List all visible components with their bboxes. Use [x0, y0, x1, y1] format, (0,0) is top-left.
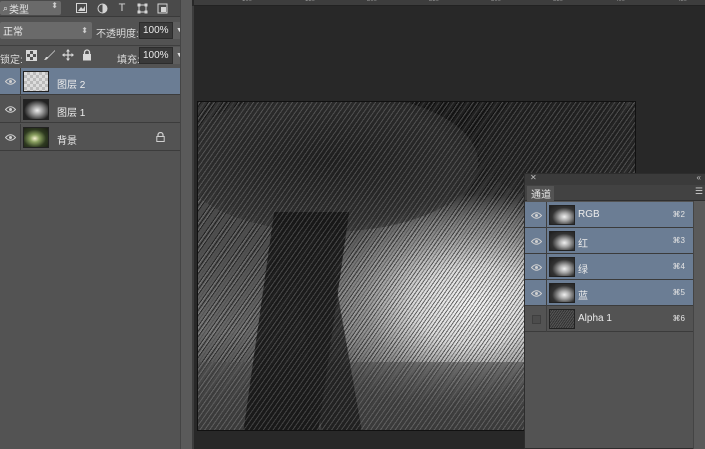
- lock-label: 锁定:: [0, 55, 23, 66]
- channel-name: Alpha 1: [578, 313, 612, 324]
- channel-name: 蓝: [578, 291, 588, 302]
- channel-thumbnail: [549, 257, 575, 277]
- divider: [20, 68, 21, 95]
- layer-row[interactable]: 图层 1: [0, 96, 180, 123]
- divider: [20, 124, 21, 151]
- stepper-icon: ⬍: [51, 1, 58, 10]
- layer-name: 图层 1: [57, 108, 86, 119]
- horizontal-ruler: 100 150 200 250 300 350 400 450: [194, 0, 705, 6]
- visibility-eye-icon[interactable]: [529, 288, 543, 298]
- channel-thumbnail: [549, 231, 575, 251]
- layer-thumbnail: [23, 99, 49, 120]
- tab-channels[interactable]: 通道: [527, 186, 554, 201]
- smart-object-filter-icon[interactable]: [155, 1, 169, 15]
- layer-thumbnail: [23, 71, 49, 92]
- channel-shortcut: ⌘4: [672, 262, 685, 271]
- divider: [546, 280, 547, 306]
- layer-filter-select[interactable]: ⌕ 类型 ⬍: [0, 1, 61, 16]
- divider: [546, 228, 547, 254]
- ruler-label: 300: [491, 0, 502, 3]
- layers-panel: ⌕ 类型 ⬍ T 正常 ⬍ 不透明度: 100% ▼ 锁定:: [0, 0, 186, 449]
- layer-filter-label: 类型: [9, 4, 30, 16]
- divider: [20, 96, 21, 123]
- ruler-label: 200: [367, 0, 378, 3]
- channels-panel: ✕ « 通道 ☰ RGB ⌘2 红 ⌘3 绿 ⌘4 蓝 ⌘5 Alpha 1 ⌘…: [524, 173, 705, 449]
- blend-mode-value: 正常: [3, 27, 23, 38]
- divider: [546, 306, 547, 332]
- channel-shortcut: ⌘5: [672, 288, 685, 297]
- close-icon[interactable]: ✕: [530, 173, 537, 182]
- channel-name: 红: [578, 239, 588, 250]
- visibility-eye-icon[interactable]: [4, 132, 16, 142]
- visibility-eye-icon[interactable]: [529, 236, 543, 246]
- ruler-label: 400: [615, 0, 626, 3]
- ruler-label: 350: [553, 0, 564, 3]
- layer-name: 图层 2: [57, 80, 86, 91]
- layer-name: 背景: [57, 136, 77, 147]
- collapse-icon[interactable]: «: [697, 173, 701, 182]
- channel-thumbnail: [549, 205, 575, 225]
- layer-filter-row: ⌕ 类型 ⬍ T: [0, 0, 180, 17]
- lock-image-pixels-icon[interactable]: [44, 49, 56, 61]
- layer-row[interactable]: 背景: [0, 124, 180, 151]
- opacity-label: 不透明度:: [96, 29, 139, 40]
- layer-thumbnail: [23, 127, 49, 148]
- ruler-label: 150: [305, 0, 316, 3]
- blend-opacity-row: 正常 ⬍ 不透明度: 100% ▼: [0, 22, 186, 40]
- channel-thumbnail: [549, 309, 575, 329]
- channel-shortcut: ⌘2: [672, 210, 685, 219]
- channel-thumbnail: [549, 283, 575, 303]
- image-filter-icon[interactable]: [74, 1, 88, 15]
- channel-shortcut: ⌘6: [672, 314, 685, 323]
- layer-lock-icon: [156, 131, 165, 145]
- panel-menu-icon[interactable]: ☰: [695, 186, 703, 197]
- lock-all-icon[interactable]: [81, 49, 93, 61]
- ruler-label: 250: [429, 0, 440, 3]
- fill-input[interactable]: 100%: [139, 47, 173, 64]
- divider: [546, 202, 547, 228]
- visibility-eye-icon[interactable]: [4, 104, 16, 114]
- search-icon: ⌕: [3, 2, 9, 13]
- stepper-icon: ⬍: [81, 26, 88, 35]
- layer-row[interactable]: 图层 2: [0, 68, 180, 95]
- channel-row-green[interactable]: 绿 ⌘4: [525, 254, 693, 280]
- channel-name: 绿: [578, 265, 588, 276]
- visibility-eye-icon[interactable]: [529, 262, 543, 272]
- panel-tab-bar: 通道 ☰: [525, 185, 705, 201]
- lock-position-icon[interactable]: [62, 49, 74, 61]
- shape-filter-icon[interactable]: [135, 1, 149, 15]
- visibility-toggle-empty[interactable]: [529, 314, 543, 324]
- opacity-input[interactable]: 100%: [139, 22, 173, 39]
- panel-title-bar[interactable]: ✕ «: [525, 173, 705, 185]
- vertical-ruler: [192, 6, 194, 449]
- channel-row-rgb[interactable]: RGB ⌘2: [525, 202, 693, 228]
- channel-row-red[interactable]: 红 ⌘3: [525, 228, 693, 254]
- channel-row-alpha-1[interactable]: Alpha 1 ⌘6: [525, 306, 693, 332]
- channels-scrollbar[interactable]: [693, 201, 705, 449]
- type-filter-icon[interactable]: T: [115, 1, 129, 15]
- channel-name: RGB: [578, 209, 600, 220]
- channel-shortcut: ⌘3: [672, 236, 685, 245]
- lock-transparent-pixels-icon[interactable]: [25, 49, 37, 61]
- blend-mode-select[interactable]: 正常 ⬍: [0, 22, 92, 39]
- visibility-eye-icon[interactable]: [529, 210, 543, 220]
- visibility-eye-icon[interactable]: [4, 76, 16, 86]
- fill-label: 填充:: [117, 55, 140, 66]
- adjustment-filter-icon[interactable]: [95, 1, 109, 15]
- ruler-label: 100: [242, 0, 253, 3]
- layers-scrollbar[interactable]: [180, 0, 192, 449]
- ruler-label: 450: [677, 0, 688, 3]
- divider: [546, 254, 547, 280]
- channel-row-blue[interactable]: 蓝 ⌘5: [525, 280, 693, 306]
